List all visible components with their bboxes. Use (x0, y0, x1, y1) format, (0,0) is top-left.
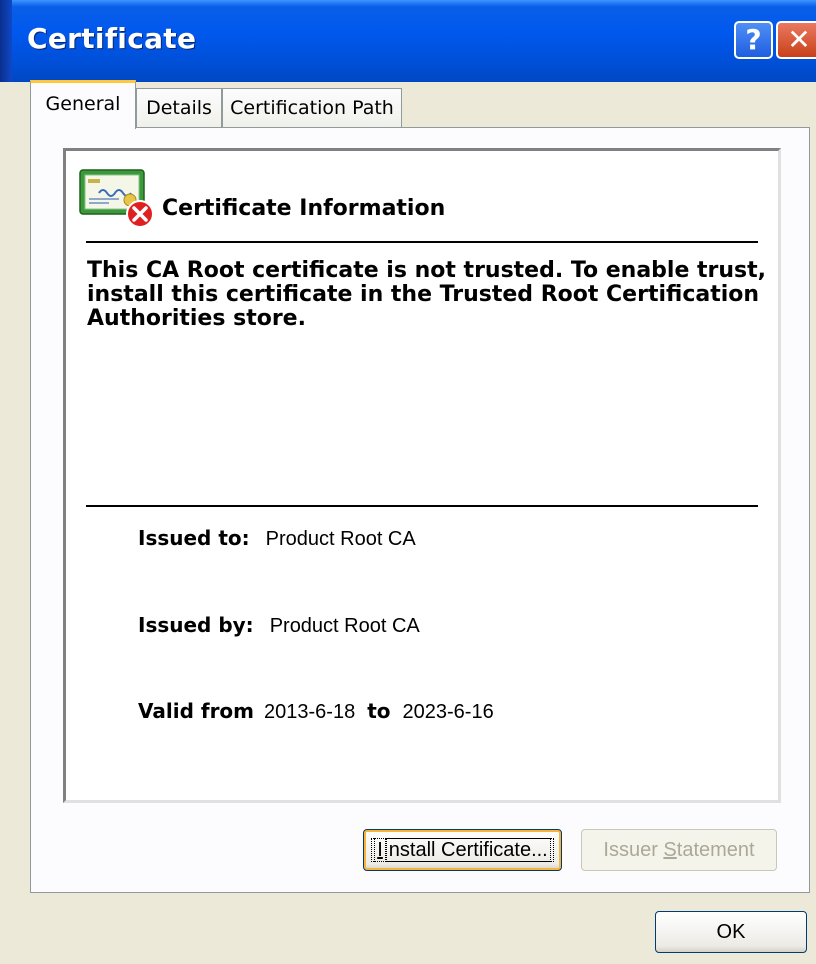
issued-to-label: Issued to: (138, 526, 250, 550)
issued-by-label: Issued by: (138, 613, 254, 637)
validity-row: Valid from 2013-6-18 to 2023-6-16 (138, 699, 494, 724)
divider (86, 505, 758, 507)
trust-warning-message: This CA Root certificate is not trusted.… (87, 258, 767, 331)
issuer-label-text: Issuer (603, 839, 664, 861)
install-label-text: nstall Certificate... (385, 838, 551, 862)
install-accelerator: I (374, 838, 386, 862)
issuer-statement-button[interactable]: Issuer Statement (581, 829, 777, 871)
valid-to-value: 2023-6-16 (402, 701, 494, 723)
tab-general[interactable]: General (30, 80, 136, 129)
issued-to-row: Issued to: Product Root CA (138, 526, 416, 551)
title-bar[interactable]: Certificate ? ✕ (0, 0, 816, 82)
valid-to-label: to (367, 699, 391, 723)
issuer-label-rest: tatement (676, 839, 755, 861)
help-icon[interactable]: ? (734, 21, 773, 59)
issuer-accelerator: S (663, 839, 677, 861)
install-certificate-label: Install Certificate... (371, 838, 554, 862)
install-certificate-button[interactable]: Install Certificate... (363, 829, 562, 871)
info-heading: Certificate Information (162, 196, 446, 221)
issued-by-row: Issued by: Product Root CA (138, 613, 420, 638)
ok-button[interactable]: OK (655, 911, 807, 953)
tab-certification-path[interactable]: Certification Path (222, 88, 402, 128)
issued-to-value: Product Root CA (265, 528, 416, 550)
certificate-info-frame: Certificate Information This CA Root cer… (63, 148, 781, 803)
close-icon[interactable]: ✕ (776, 21, 816, 59)
certificate-error-icon (79, 169, 153, 228)
tab-details[interactable]: Details (136, 88, 222, 128)
general-tab-panel: Certificate Information This CA Root cer… (30, 127, 810, 893)
divider (86, 241, 758, 243)
certificate-dialog: Certificate ? ✕ General Details Certific… (0, 0, 816, 964)
window-title: Certificate (27, 22, 197, 55)
valid-from-label: Valid from (138, 699, 255, 723)
valid-from-value: 2013-6-18 (264, 701, 356, 723)
issued-by-value: Product Root CA (269, 615, 420, 637)
